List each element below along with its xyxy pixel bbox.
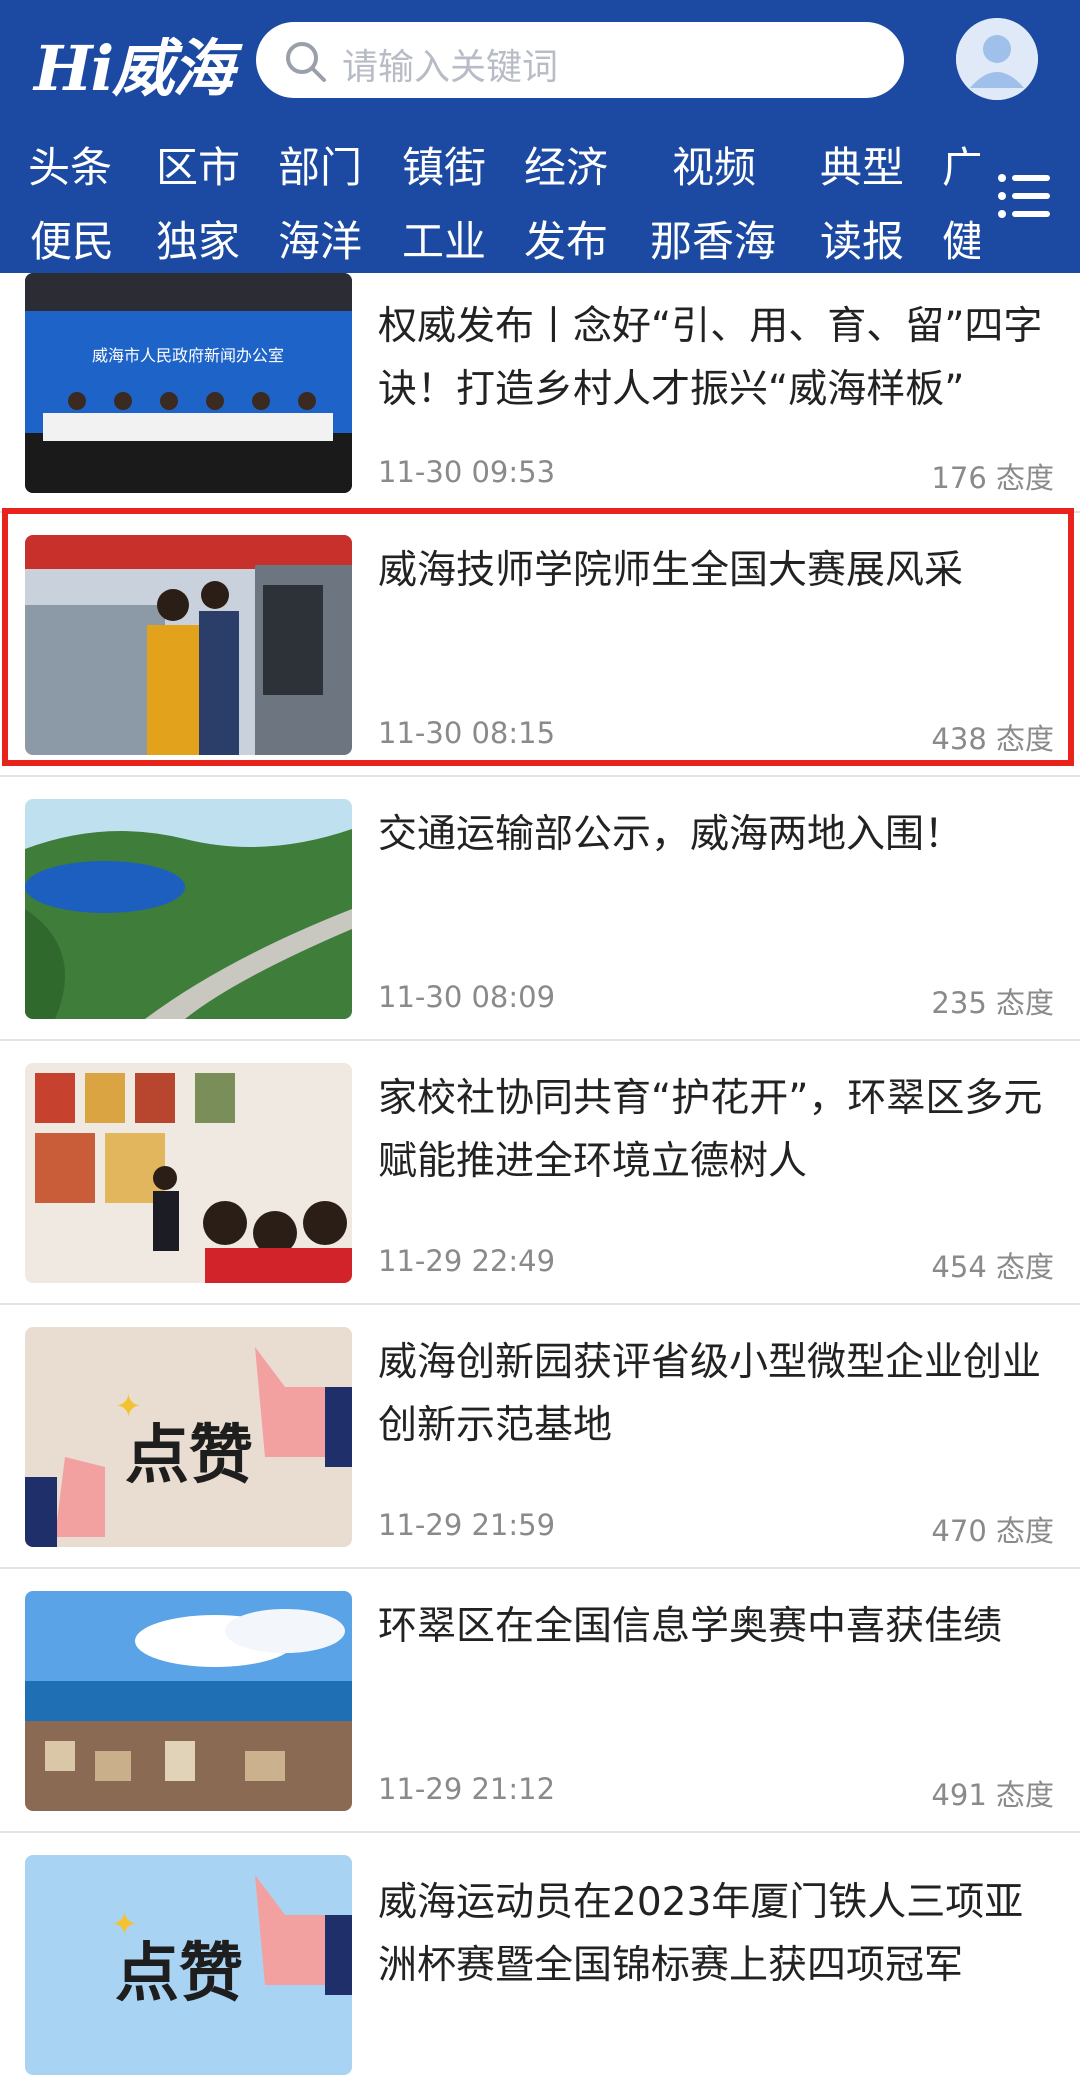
article-thumbnail: 威海市人民政府新闻办公室 [25,273,352,493]
menu-icon[interactable] [996,168,1052,224]
user-avatar[interactable] [956,18,1038,100]
article-thumbnail: 点赞 ✦ [25,1327,352,1547]
article-time: 11-30 09:53 [378,455,556,489]
article-title: 交通运输部公示，威海两地入围！ [378,812,964,857]
tab-dubao[interactable]: 读报 [820,208,904,268]
list-item[interactable]: 交通运输部公示，威海两地入围！ 11-30 08:09 235 态度 [0,777,1080,1041]
tab-shipin[interactable]: 视频 [672,134,756,194]
article-score: 491 态度 [931,1778,1054,1812]
article-score: 176 态度 [931,461,1054,495]
article-title: 家校社协同共育“护花开”，环翠区多元赋能推进全环境立德树人 [378,1076,1043,1184]
list-item[interactable]: 环翠区在全国信息学奥赛中喜获佳绩 11-29 21:12 491 态度 [0,1569,1080,1833]
tab-jian[interactable]: 健 [942,208,980,268]
article-title: 威海创新园获评省级小型微型企业创业创新示范基地 [378,1340,1042,1448]
article-time: 11-30 08:09 [378,980,556,1014]
list-item[interactable]: 点赞 ✦ 威海运动员在2023年厦门铁人三项亚洲杯赛暨全国锦标赛上获四项冠军 [0,1833,1080,2095]
highlight-box [2,508,1074,766]
tab-naxianghai[interactable]: 那香海 [650,208,776,268]
tab-toutiao[interactable]: 头条 [28,134,112,194]
user-icon [956,18,1038,100]
article-thumbnail [25,799,352,1019]
article-score: 235 态度 [931,986,1054,1020]
search-icon [286,42,326,82]
tab-haiyang[interactable]: 海洋 [278,208,362,268]
tab-dujia[interactable]: 独家 [156,208,240,268]
article-title: 环翠区在全国信息学奥赛中喜获佳绩 [378,1604,1003,1649]
tab-qushi[interactable]: 区市 [156,134,240,194]
tab-guang[interactable]: 广 [942,134,980,194]
article-score: 454 态度 [931,1250,1054,1284]
search-placeholder: 请输入关键词 [342,47,559,88]
app-header: Hi威海 请输入关键词 头条 区市 部门 镇街 经济 视频 典型 广 便民 独家… [0,0,1080,273]
tab-gongye[interactable]: 工业 [402,208,486,268]
article-thumbnail: 点赞 ✦ [25,1855,352,2075]
tab-bumen[interactable]: 部门 [278,134,362,194]
nav-row-2: 便民 独家 海洋 工业 发布 那香海 读报 健 [0,208,980,268]
article-title: 权威发布丨念好“引、用、育、留”四字诀！打造乡村人才振兴“威海样板” [378,304,1043,412]
article-thumbnail [25,1063,352,1283]
tab-jingji[interactable]: 经济 [524,134,608,194]
svg-text:✦: ✦ [115,1387,142,1425]
article-time: 11-29 21:12 [378,1772,556,1806]
article-time: 11-29 21:59 [378,1508,556,1542]
tab-zhenjie[interactable]: 镇街 [402,134,486,194]
search-bar[interactable]: 请输入关键词 [256,22,904,98]
tab-bianmin[interactable]: 便民 [30,208,114,268]
article-title: 威海运动员在2023年厦门铁人三项亚洲杯赛暨全国锦标赛上获四项冠军 [378,1880,1024,1988]
article-thumbnail [25,1591,352,1811]
list-item[interactable]: 点赞 ✦ 威海创新园获评省级小型微型企业创业创新示范基地 11-29 21:59… [0,1305,1080,1569]
list-item[interactable]: 家校社协同共育“护花开”，环翠区多元赋能推进全环境立德树人 11-29 22:4… [0,1041,1080,1305]
like-text: 点赞 [125,1419,253,1493]
list-item[interactable]: 威海市人民政府新闻办公室 权威发布丨念好“引、用、育、留”四字诀！打造乡村人才振… [0,273,1080,513]
article-time: 11-29 22:49 [378,1244,556,1278]
app-logo[interactable]: Hi威海 [34,18,234,108]
like-text: 点赞 [115,1937,243,2011]
svg-text:✦: ✦ [111,1905,138,1943]
nav-row-1: 头条 区市 部门 镇街 经济 视频 典型 广 [0,134,980,194]
tab-dianxing[interactable]: 典型 [820,134,904,194]
tab-fabu[interactable]: 发布 [524,208,608,268]
press-banner: 威海市人民政府新闻办公室 [92,346,284,365]
article-score: 470 态度 [931,1514,1054,1548]
